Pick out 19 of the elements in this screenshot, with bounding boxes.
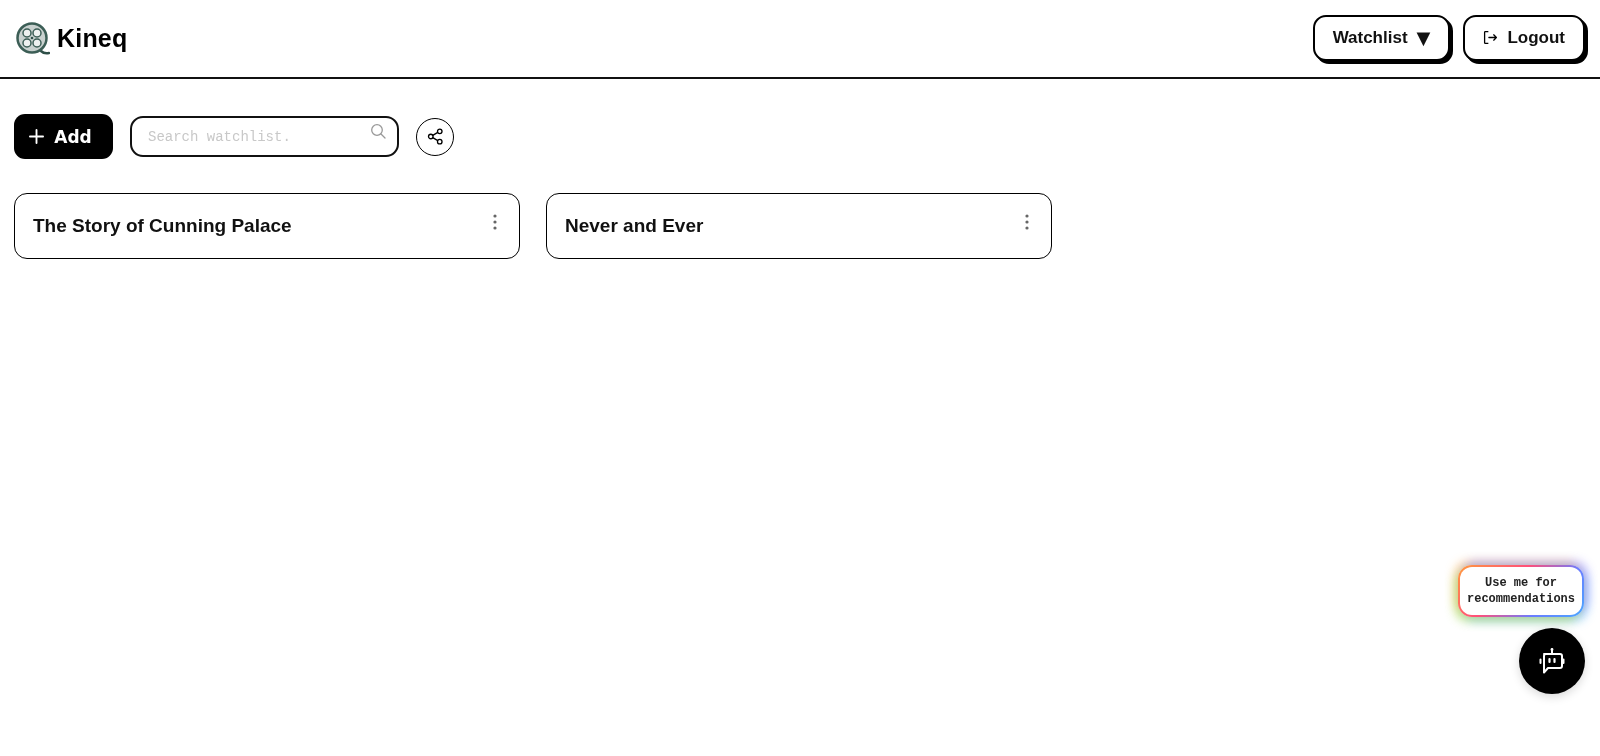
brand-name: Kineq bbox=[57, 24, 128, 53]
assistant-button[interactable] bbox=[1519, 628, 1585, 694]
robot-chat-icon bbox=[1538, 647, 1566, 675]
share-button[interactable] bbox=[416, 117, 454, 156]
recommendations-tooltip: Use me for recommendations bbox=[1458, 565, 1584, 617]
logout-button[interactable]: Logout bbox=[1463, 14, 1585, 61]
plus-icon bbox=[29, 129, 45, 144]
watchlist-dropdown-button[interactable]: Watchlist ▼ bbox=[1312, 14, 1451, 61]
watchlist-card[interactable]: Never and Ever bbox=[546, 193, 1052, 259]
card-title: Never and Ever bbox=[565, 215, 704, 237]
search-icon bbox=[370, 123, 386, 139]
watchlist-card[interactable]: The Story of Cunning Palace bbox=[14, 193, 520, 259]
card-title: The Story of Cunning Palace bbox=[33, 215, 292, 237]
film-reel-logo-icon bbox=[16, 21, 50, 56]
share-icon bbox=[426, 128, 444, 145]
add-button[interactable]: Add bbox=[14, 114, 113, 159]
logout-icon bbox=[1483, 30, 1499, 45]
kebab-menu-icon[interactable] bbox=[1025, 214, 1029, 230]
kebab-menu-icon[interactable] bbox=[493, 214, 497, 230]
